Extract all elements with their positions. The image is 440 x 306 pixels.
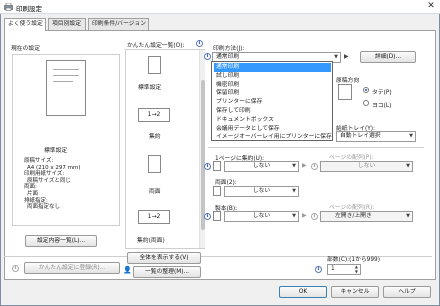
booklet-select[interactable]: しない ▼ xyxy=(224,211,299,222)
info-icon[interactable]: i xyxy=(204,213,211,220)
chevron-down-icon: ▼ xyxy=(409,133,413,139)
page-order-value: しない xyxy=(357,163,376,169)
combine-duplex-icon: 1→2 xyxy=(138,210,170,224)
page-icon xyxy=(148,56,161,74)
chevron-down-icon: ▼ xyxy=(292,163,296,169)
settings-list-button[interactable]: 設定内容一覧(L)... xyxy=(25,235,97,247)
chevron-down-icon: ▼ xyxy=(406,163,410,169)
dropdown-option[interactable]: ドキュメントボックス xyxy=(214,116,331,125)
dropdown-option[interactable]: プリンターに保存 xyxy=(214,98,331,107)
orientation-label: 原稿方向 xyxy=(336,78,360,84)
portrait-radio[interactable] xyxy=(363,87,369,93)
combine-select[interactable]: しない ▼ xyxy=(224,161,299,172)
manage-list-button[interactable]: 一覧の整理(M)... xyxy=(133,266,201,278)
help-button[interactable]: ヘルプ xyxy=(383,286,431,298)
info-icon[interactable]: i xyxy=(204,53,211,60)
info-icon[interactable]: i xyxy=(196,40,203,47)
booklet-order-label: ページの配列(R): xyxy=(329,205,375,211)
info-icon: i xyxy=(311,163,318,170)
page-order-label: ページの配列(P): xyxy=(329,155,374,161)
current-settings-heading: 現在の設定 xyxy=(11,46,40,52)
combine-page-icon xyxy=(213,161,221,171)
dropdown-option[interactable]: 会議用データとして保存 xyxy=(214,125,331,134)
page-preview-icon xyxy=(46,60,86,116)
booklet-page-icon xyxy=(213,211,221,221)
preview-title: 標準設定 xyxy=(44,148,68,154)
arrow-right-icon: ▶ xyxy=(302,212,307,219)
ok-button[interactable]: OK xyxy=(279,286,327,298)
info-icon: i xyxy=(12,265,19,272)
combine-value: しない xyxy=(252,163,271,169)
dropdown-option[interactable]: イメージオーバーレイ用にプリンターに保存 xyxy=(214,133,332,142)
arrow-right-icon: ▶ xyxy=(344,53,349,60)
input-tray-value: 自動トレイ選択 xyxy=(340,133,381,139)
page-order-select: しない ▼ xyxy=(320,161,413,172)
copies-value: 1 xyxy=(331,266,335,272)
details-button[interactable]: 詳細(D)... xyxy=(360,51,416,63)
easy-item-duplex[interactable]: 両面 xyxy=(149,186,161,195)
duplex-page-icon xyxy=(213,186,221,196)
detail-value: 片面 xyxy=(27,190,39,197)
easy-item-combine-duplex[interactable]: 集約(両面) xyxy=(137,235,165,244)
print-method-dropdown: 通常印刷 試し印刷 機密印刷 保留印刷 プリンターに保存 保存して印刷 ドキュメ… xyxy=(211,61,333,141)
arrow-right-icon: ▶ xyxy=(302,162,307,169)
orientation-preview-icon xyxy=(338,84,352,100)
dropdown-option[interactable]: 保留印刷 xyxy=(214,89,331,98)
portrait-label: タテ(P) xyxy=(372,90,392,96)
dropdown-option[interactable]: 試し印刷 xyxy=(214,72,331,81)
booklet-order-value: 左開き/上開き xyxy=(335,213,372,219)
dropdown-option[interactable]: 通常印刷 xyxy=(214,63,331,72)
detail-value: 両面指定なし xyxy=(27,204,61,211)
detail-label: 両面: xyxy=(24,184,37,191)
divider xyxy=(208,147,424,148)
easy-item-combine[interactable]: 集約 xyxy=(149,131,161,140)
chevron-down-icon: ▼ xyxy=(292,188,296,194)
title-bar: 印刷設定 ✕ xyxy=(0,0,440,14)
easy-item-standard[interactable]: 標準設定 xyxy=(138,82,161,91)
tab-print-conditions[interactable]: 印刷条件/バージョン xyxy=(88,18,149,30)
info-icon[interactable]: i xyxy=(315,266,322,273)
chevron-down-icon: ▼ xyxy=(292,213,296,219)
duplex-value: しない xyxy=(252,188,271,194)
duplex-select[interactable]: しない ▼ xyxy=(224,186,299,197)
cancel-button[interactable]: キャンセル xyxy=(331,286,379,298)
combine-icon: 1→2 xyxy=(138,108,170,122)
scrollbar-thumb[interactable] xyxy=(201,80,205,230)
chevron-down-icon: ▼ xyxy=(334,54,338,60)
tab-frequent-settings[interactable]: よく使う設定 xyxy=(4,18,46,31)
easy-settings-heading: かんたん設定一覧(O): xyxy=(127,43,185,49)
landscape-radio[interactable] xyxy=(363,100,369,106)
copies-input[interactable]: 1 ▲ ▼ xyxy=(327,264,361,275)
print-method-label: 印刷方法(J): xyxy=(213,46,245,52)
duplex-label: 両面(2): xyxy=(215,180,237,186)
show-all-button[interactable]: 全体を表示する(V) xyxy=(127,252,201,264)
tab-detailed-settings[interactable]: 項目別設定 xyxy=(48,18,86,30)
register-easy-setting-button[interactable]: かんたん設定に登録(R)... xyxy=(24,262,120,274)
dropdown-option[interactable]: 保存して印刷 xyxy=(214,107,331,116)
detail-label: 原稿サイズ: xyxy=(24,158,54,164)
printer-icon xyxy=(4,3,13,11)
duplex-page-icon xyxy=(148,155,161,173)
info-icon: i xyxy=(311,213,318,220)
booklet-value: しない xyxy=(252,213,271,219)
detail-label: 印刷用紙サイズ: xyxy=(24,171,65,178)
info-icon[interactable]: i xyxy=(204,163,211,170)
current-settings-details: 原稿サイズ: A4 (210 x 297 mm) 印刷用紙サイズ: 原稿サイズと… xyxy=(24,158,81,211)
input-tray-select[interactable]: 自動トレイ選択 ▼ xyxy=(336,131,416,142)
user-icon: 👤 xyxy=(123,266,132,274)
print-method-value: 通常印刷 xyxy=(216,54,240,60)
chevron-down-icon: ▼ xyxy=(406,213,410,219)
copies-label: 部数(C):(1から999) xyxy=(327,257,380,263)
booklet-order-select: 左開き/上開き ▼ xyxy=(320,211,413,222)
spin-arrows-icon[interactable]: ▲ ▼ xyxy=(355,264,358,274)
window-title: 印刷設定 xyxy=(16,5,42,13)
landscape-label: ヨコ(L) xyxy=(372,103,392,109)
close-icon[interactable]: ✕ xyxy=(425,1,437,12)
dropdown-option[interactable]: 機密印刷 xyxy=(214,81,331,90)
